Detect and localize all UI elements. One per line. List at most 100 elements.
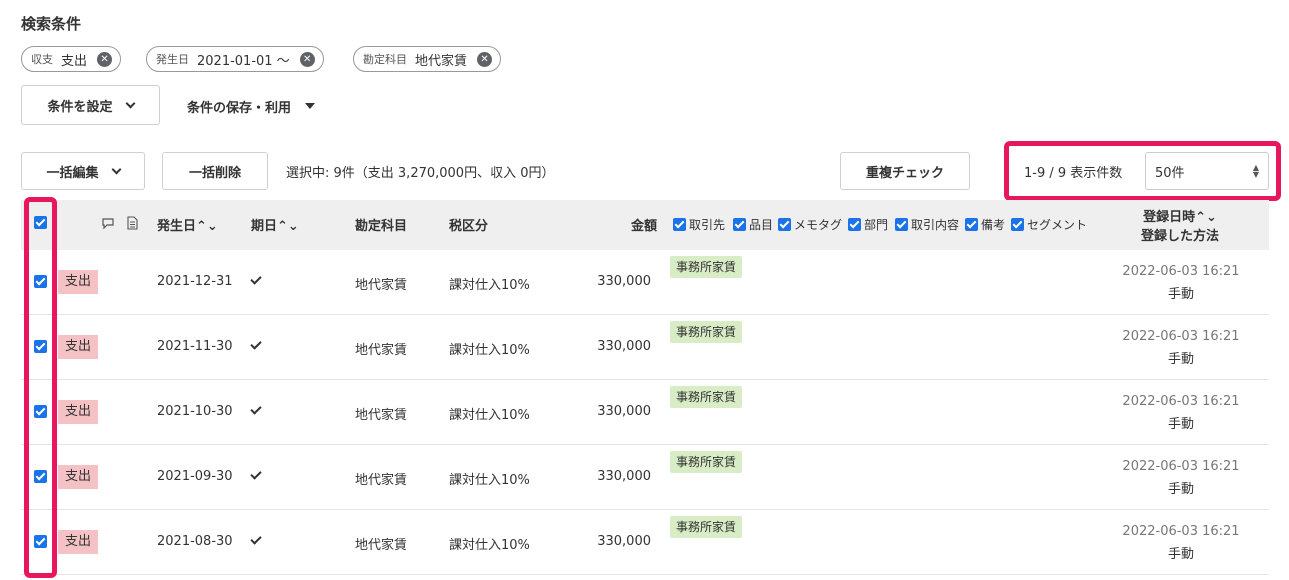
comment-icon	[102, 218, 114, 230]
expense-badge: 支出	[58, 400, 98, 424]
bulk-edit-label: 一括編集	[46, 165, 99, 181]
row-amount: 330,000	[597, 404, 651, 419]
remove-chip-icon[interactable]: ✕	[299, 51, 315, 67]
row-tax: 課対仕入10%	[449, 278, 530, 293]
save-use-conditions-menu[interactable]: 条件の保存・利用	[187, 96, 316, 116]
memo-tag: 事務所家賃	[670, 256, 743, 278]
toggle-segment[interactable]: セグメント	[1011, 216, 1087, 233]
row-account: 地代家賃	[355, 538, 408, 553]
toggle-label: セグメント	[1027, 218, 1088, 232]
chip-label: 勘定科目	[363, 53, 407, 66]
row-date: 2021-08-30	[157, 534, 233, 549]
toggle-label: 品目	[749, 218, 774, 232]
toggle-description[interactable]: 取引内容	[895, 216, 959, 233]
sort-icon: ⌃⌄	[196, 219, 218, 234]
date-column-header[interactable]: 発生日⌃⌄	[157, 215, 218, 234]
expense-badge: 支出	[58, 335, 98, 359]
registered-at-column-header[interactable]: 登録日時⌃⌄	[1080, 206, 1280, 225]
toggle-section[interactable]: 部門	[848, 216, 888, 233]
set-conditions-label: 条件を設定	[47, 99, 113, 115]
toggle-memo-tag[interactable]: メモタグ	[778, 216, 842, 233]
expense-badge: 支出	[58, 465, 98, 489]
row-date: 2021-09-30	[157, 469, 233, 484]
checkmark-icon	[250, 273, 262, 285]
save-use-label: 条件の保存・利用	[187, 100, 292, 116]
memo-tag: 事務所家賃	[670, 386, 743, 408]
caret-down-icon	[305, 103, 316, 109]
expense-badge: 支出	[58, 270, 98, 294]
table-row[interactable]: 支出 2021-11-30 地代家賃 課対仕入10% 330,000 事務所家賃…	[21, 315, 1269, 380]
bulk-delete-button[interactable]: 一括削除	[162, 152, 268, 190]
row-account: 地代家賃	[355, 343, 408, 358]
toggle-label: 備考	[981, 218, 1006, 232]
row-registered-at: 2022-06-03 16:21	[1122, 329, 1240, 344]
row-registered-method: 手動	[1167, 287, 1194, 302]
chip-value: 2021-01-01 ～	[197, 53, 290, 69]
checkbox[interactable]	[1011, 218, 1024, 231]
checkbox[interactable]	[848, 218, 861, 231]
toggle-partner[interactable]: 取引先	[673, 216, 725, 233]
filter-chip-type[interactable]: 収支 支出 ✕	[21, 46, 122, 72]
registered-method-header: 登録した方法	[1140, 229, 1219, 244]
date-header-label: 発生日	[157, 219, 197, 234]
checkbox[interactable]	[895, 218, 908, 231]
checkmark-icon	[250, 338, 262, 350]
memo-tag: 事務所家賃	[670, 516, 743, 538]
remove-chip-icon[interactable]: ✕	[97, 51, 113, 67]
table-row[interactable]: 支出 2021-09-30 地代家賃 課対仕入10% 330,000 事務所家賃…	[21, 445, 1269, 510]
bulk-delete-label: 一括削除	[188, 165, 241, 181]
row-account: 地代家賃	[355, 408, 408, 423]
row-amount: 330,000	[597, 339, 651, 354]
row-account: 地代家賃	[355, 278, 408, 293]
remove-chip-icon[interactable]: ✕	[477, 51, 493, 67]
row-tax: 課対仕入10%	[449, 538, 530, 553]
row-registered-method: 手動	[1167, 482, 1194, 497]
account-column-header: 勘定科目	[355, 219, 408, 234]
filter-chip-date[interactable]: 発生日 2021-01-01 ～ ✕	[146, 46, 324, 72]
table-row[interactable]: 支出 2021-10-30 地代家賃 課対仕入10% 330,000 事務所家賃…	[21, 380, 1269, 445]
tax-column-header: 税区分	[449, 219, 489, 234]
toggle-item[interactable]: 品目	[733, 216, 773, 233]
document-icon	[127, 216, 138, 230]
checkbox[interactable]	[778, 218, 791, 231]
duplicate-check-button[interactable]: 重複チェック	[840, 152, 970, 190]
chip-value: 地代家賃	[415, 53, 468, 69]
row-date: 2021-11-30	[157, 339, 233, 354]
amount-column-header: 金額	[631, 219, 658, 234]
toggle-label: 取引先	[689, 218, 726, 232]
toggle-label: 部門	[864, 218, 889, 232]
set-conditions-button[interactable]: 条件を設定	[21, 85, 160, 125]
row-registered-method: 手動	[1167, 417, 1194, 432]
due-header-label: 期日	[251, 219, 278, 234]
checkbox-column-highlight	[24, 197, 57, 578]
row-amount: 330,000	[597, 274, 651, 289]
memo-tag: 事務所家賃	[670, 451, 743, 473]
row-account: 地代家賃	[355, 473, 408, 488]
row-amount: 330,000	[597, 469, 651, 484]
search-conditions-title: 検索条件	[21, 15, 82, 33]
chip-value: 支出	[61, 53, 88, 69]
chevron-down-icon	[125, 98, 135, 108]
pager-highlight	[1004, 141, 1281, 201]
sort-icon: ⌃⌄	[277, 219, 299, 234]
chip-label: 収支	[31, 53, 53, 66]
checkbox[interactable]	[673, 218, 686, 231]
row-amount: 330,000	[597, 534, 651, 549]
chip-label: 発生日	[156, 53, 189, 66]
toggle-notes[interactable]: 備考	[965, 216, 1005, 233]
filter-chip-account[interactable]: 勘定科目 地代家賃 ✕	[353, 46, 502, 72]
memo-tag: 事務所家賃	[670, 321, 743, 343]
toggle-label: メモタグ	[794, 218, 843, 232]
table-row[interactable]: 支出 2021-12-31 地代家賃 課対仕入10% 330,000 事務所家賃…	[21, 250, 1269, 315]
row-date: 2021-12-31	[157, 274, 233, 289]
checkmark-icon	[250, 533, 262, 545]
row-registered-method: 手動	[1167, 352, 1194, 367]
bulk-edit-button[interactable]: 一括編集	[21, 152, 145, 190]
checkbox[interactable]	[733, 218, 746, 231]
table-row[interactable]: 支出 2021-08-30 地代家賃 課対仕入10% 330,000 事務所家賃…	[21, 510, 1269, 575]
checkmark-icon	[250, 468, 262, 480]
row-registered-at: 2022-06-03 16:21	[1122, 524, 1240, 539]
row-date: 2021-10-30	[157, 404, 233, 419]
due-column-header[interactable]: 期日⌃⌄	[251, 215, 299, 234]
checkbox[interactable]	[965, 218, 978, 231]
